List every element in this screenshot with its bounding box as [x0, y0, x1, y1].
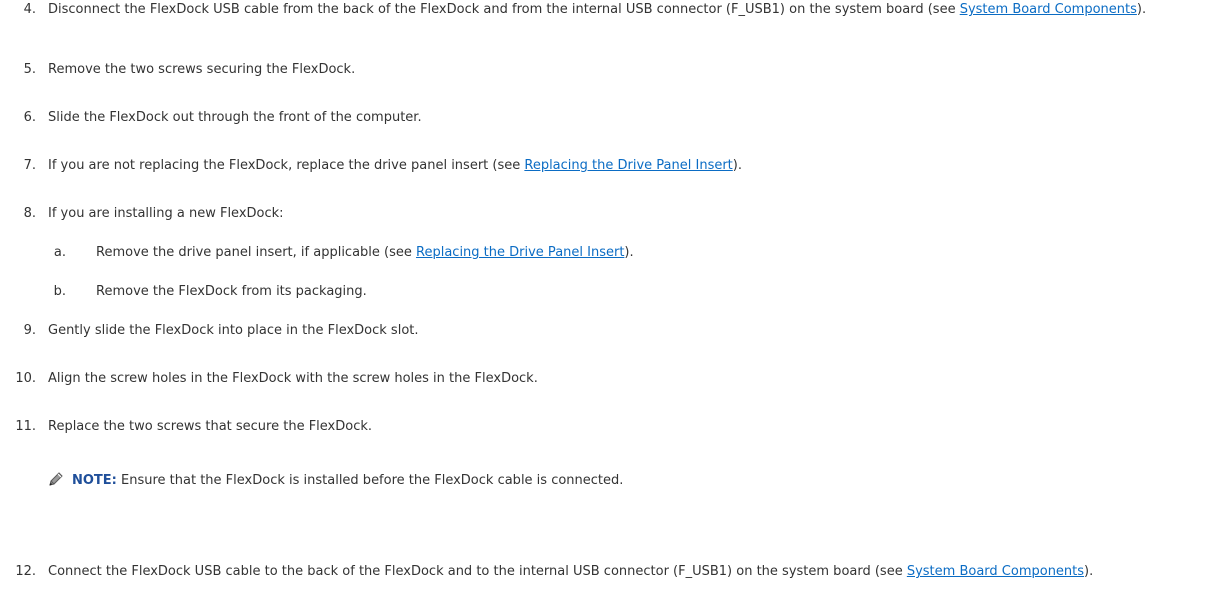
substep-text: Remove the FlexDock from its packaging. — [96, 284, 367, 299]
step-number: 4. — [23, 2, 36, 17]
step-text-after: ). — [1084, 564, 1094, 579]
pencil-note-icon — [48, 471, 64, 487]
note-text: Ensure that the FlexDock is installed be… — [116, 473, 624, 488]
replacing-drive-panel-insert-link[interactable]: Replacing the Drive Panel Insert — [416, 245, 624, 260]
note-block: NOTE: Ensure that the FlexDock is instal… — [48, 471, 623, 489]
system-board-components-link[interactable]: System Board Components — [907, 564, 1084, 579]
replacing-drive-panel-insert-link[interactable]: Replacing the Drive Panel Insert — [524, 158, 732, 173]
substep-letter: b. — [53, 284, 66, 299]
substep-text: Remove the drive panel insert, if applic… — [96, 245, 634, 261]
step-number: 11. — [15, 419, 36, 434]
step-text-after: ). — [732, 158, 742, 173]
step-number: 12. — [15, 564, 36, 579]
step-text: Slide the FlexDock out through the front… — [48, 110, 422, 125]
step-number: 7. — [23, 158, 36, 173]
step-text-after: ). — [1136, 2, 1147, 17]
note-label: NOTE: — [72, 473, 117, 488]
step-text: Gently slide the FlexDock into place in … — [48, 323, 419, 338]
step-text: If you are installing a new FlexDock: — [48, 206, 284, 221]
step-text: Replace the two screws that secure the F… — [48, 419, 373, 434]
step-text: Remove the two screws securing the FlexD… — [48, 62, 356, 77]
step-text: If you are not replacing the FlexDock, r… — [48, 158, 742, 174]
step-number: 8. — [23, 206, 36, 221]
step-text: Connect the FlexDock USB cable to the ba… — [48, 564, 1218, 580]
step-text-before: Connect the FlexDock USB cable to the ba… — [48, 564, 907, 579]
step-text-before: Remove the drive panel insert, if applic… — [96, 245, 417, 260]
step-text-before: If you are not replacing the FlexDock, r… — [48, 158, 525, 173]
system-board-components-link[interactable]: System Board Components — [960, 2, 1137, 17]
step-text-before: Disconnect the FlexDock USB cable from t… — [48, 2, 960, 17]
step-number: 6. — [23, 110, 36, 125]
substep-letter: a. — [53, 245, 66, 260]
step-text: Disconnect the FlexDock USB cable from t… — [48, 2, 1218, 18]
step-text-after: ). — [624, 245, 634, 260]
step-number: 5. — [23, 62, 36, 77]
step-number: 10. — [15, 371, 36, 386]
step-number: 9. — [23, 323, 36, 338]
step-text: Align the screw holes in the FlexDock wi… — [48, 371, 538, 386]
